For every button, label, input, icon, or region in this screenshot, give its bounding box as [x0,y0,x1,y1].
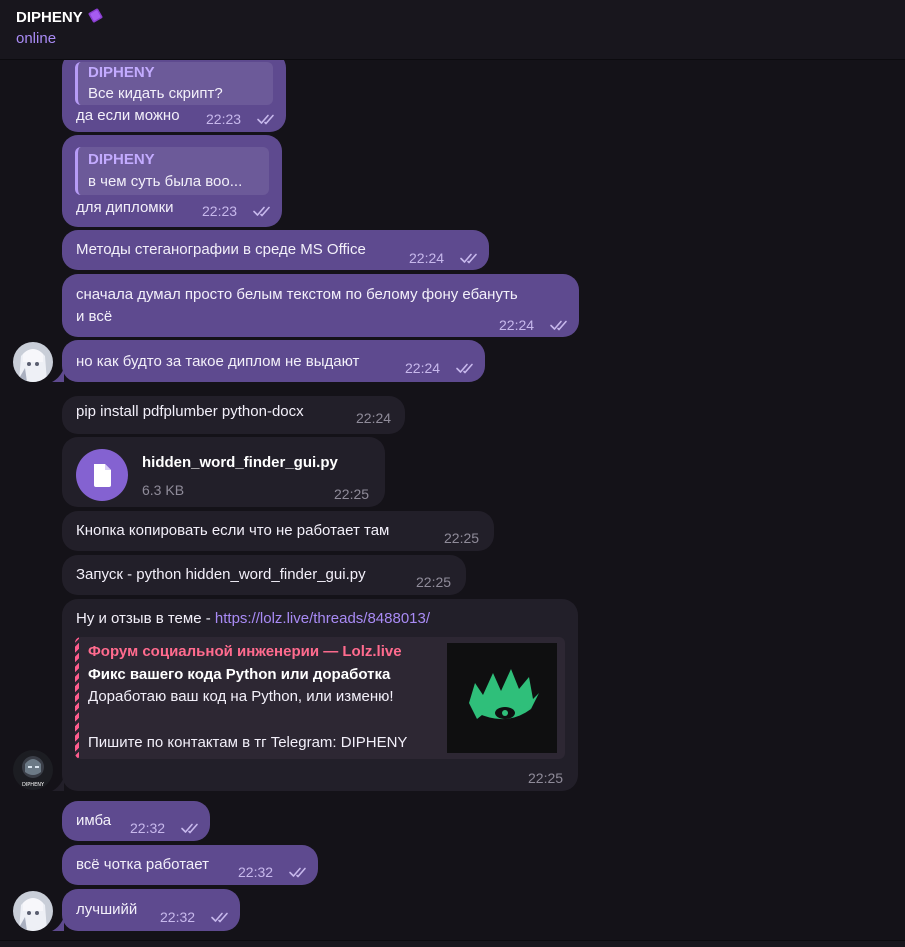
message-time: 22:24 [499,317,535,333]
user-avatar[interactable] [13,342,53,382]
document-icon[interactable] [76,449,128,501]
bubble-tail [52,368,64,382]
message-bubble[interactable]: pip install pdfplumber python-docx 22:24 [62,396,405,434]
message-time: 22:23 [206,111,242,127]
dipheny-avatar[interactable]: DIPHENY [13,750,53,790]
message-time: 22:25 [444,530,480,546]
chat-status: online [16,30,57,47]
message-text: имба [76,812,112,829]
message-text: Запуск - python hidden_word_finder_gui.p… [76,566,366,583]
message-text: лучшийй [76,901,138,918]
reply-text: Все кидать скрипт? [88,85,223,102]
reply-quote[interactable]: DIPHENY Все кидать скрипт? [75,62,273,105]
preview-site-name: Форум социальной инженерии — Lolz.live [88,643,402,660]
message-time: 22:24 [409,250,445,266]
bubble-tail [52,777,64,791]
double-check-icon [256,113,280,125]
bubble-tail [52,917,64,931]
chat-header[interactable]: DIPHENY online [0,0,905,60]
thread-link[interactable]: https://lolz.live/threads/8488013/ [215,610,430,627]
message-text: Ну и отзыв в теме - https://lolz.live/th… [76,609,430,629]
message-text: Кнопка копировать если что не работает т… [76,522,390,539]
message-text: но как будто за такое диплом не выдают [76,353,360,370]
preview-description: Доработаю ваш код на Python, или изменю! [88,688,394,705]
message-bubble[interactable]: DIPHENY Все кидать скрипт? да если можно… [62,60,286,132]
chat-title-text: DIPHENY [16,9,83,26]
message-time: 22:25 [528,770,564,786]
file-name[interactable]: hidden_word_finder_gui.py [142,453,338,473]
message-text-line2: и всё [76,308,113,325]
message-text: для дипломки [76,199,174,216]
message-text: да если можно [76,107,180,124]
link-preview[interactable]: Форум социальной инженерии — Lolz.live Ф… [75,637,565,759]
double-check-icon [252,205,276,217]
message-text-line1: сначала думал просто белым текстом по бе… [76,286,518,303]
preview-title: Фикс вашего кода Python или доработка [88,666,391,683]
message-bubble[interactable]: но как будто за такое диплом не выдают 2… [62,340,485,382]
message-bubble[interactable]: DIPHENY в чем суть была воо... для дипло… [62,135,282,227]
message-time: 22:32 [130,820,166,836]
user-avatar[interactable] [13,891,53,931]
message-text-prefix: Ну и отзыв в теме - [76,610,215,627]
message-bubble[interactable]: всё чотка работает 22:32 [62,845,318,885]
double-check-icon [288,866,312,878]
message-time: 22:32 [160,909,196,925]
message-time: 22:24 [405,360,441,376]
message-time: 22:32 [238,864,274,880]
preview-description-2: Пишите по контактам в тг Telegram: DIPHE… [88,734,408,751]
purple-card-icon [87,7,104,24]
avatar-label: DIPHENY [22,782,45,788]
reply-text: в чем суть была воо... [88,173,243,190]
message-bubble[interactable]: Ну и отзыв в теме - https://lolz.live/th… [62,599,578,791]
double-check-icon [210,911,234,923]
reply-quote[interactable]: DIPHENY в чем суть была воо... [75,147,269,195]
reply-author: DIPHENY [88,64,155,81]
message-bubble[interactable]: Запуск - python hidden_word_finder_gui.p… [62,555,466,595]
double-check-icon [455,362,479,374]
file-message[interactable]: hidden_word_finder_gui.py 6.3 KB 22:25 [62,437,385,507]
preview-accent-stripe [75,637,79,759]
message-text: pip install pdfplumber python-docx [76,403,304,420]
chat-title[interactable]: DIPHENY [16,7,104,26]
reply-author: DIPHENY [88,151,155,168]
message-text: Методы стеганографии в среде MS Office [76,241,366,258]
preview-image[interactable] [447,643,557,753]
double-check-icon [180,822,204,834]
message-time: 22:25 [416,574,452,590]
message-bubble[interactable]: сначала думал просто белым текстом по бе… [62,274,579,337]
message-time: 22:23 [202,203,238,219]
message-bubble[interactable]: имба 22:32 [62,801,210,841]
message-bubble[interactable]: Кнопка копировать если что не работает т… [62,511,494,551]
double-check-icon [549,319,573,331]
message-text: всё чотка работает [76,856,209,873]
double-check-icon [459,252,483,264]
message-list[interactable]: DIPHENY Все кидать скрипт? да если можно… [0,60,905,940]
file-size: 6.3 KB [142,482,185,498]
message-bubble[interactable]: лучшийй 22:32 [62,889,240,931]
message-bubble[interactable]: Методы стеганографии в среде MS Office 2… [62,230,489,270]
message-time: 22:25 [334,486,370,502]
message-time: 22:24 [356,410,392,426]
